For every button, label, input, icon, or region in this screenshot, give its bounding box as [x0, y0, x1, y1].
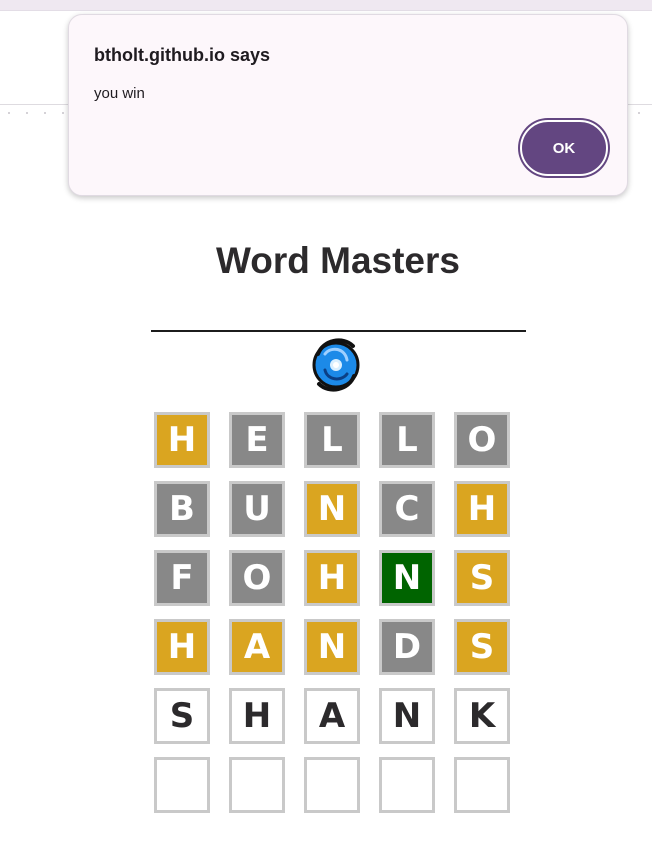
letter-tile: F: [154, 550, 210, 606]
ok-button[interactable]: OK: [520, 120, 608, 176]
letter-tile: N: [379, 688, 435, 744]
letter-tile: [304, 757, 360, 813]
letter-tile: H: [154, 412, 210, 468]
letter-tile: O: [454, 412, 510, 468]
letter-tile: H: [154, 619, 210, 675]
browser-tab-strip: [0, 0, 652, 11]
dialog-message: you win: [94, 85, 145, 102]
letter-tile: B: [154, 481, 210, 537]
letter-tile: C: [379, 481, 435, 537]
letter-tile: H: [304, 550, 360, 606]
letter-tile: D: [379, 619, 435, 675]
letter-tile: A: [304, 688, 360, 744]
letter-tile: N: [304, 619, 360, 675]
alert-dialog: btholt.github.io says you win OK: [68, 14, 628, 196]
letter-tile: [229, 757, 285, 813]
game-board: HELLOBUNCHFOHNSHANDSSHANK: [154, 412, 510, 813]
letter-tile: [154, 757, 210, 813]
letter-tile: O: [229, 550, 285, 606]
letter-tile: S: [154, 688, 210, 744]
progress-bar: [151, 330, 526, 332]
letter-tile: N: [304, 481, 360, 537]
letter-tile: H: [454, 481, 510, 537]
letter-tile: [454, 757, 510, 813]
letter-tile: N: [379, 550, 435, 606]
letter-tile: L: [379, 412, 435, 468]
letter-tile: A: [229, 619, 285, 675]
letter-tile: U: [229, 481, 285, 537]
page-title: Word Masters: [216, 240, 460, 281]
letter-tile: H: [229, 688, 285, 744]
letter-tile: S: [454, 619, 510, 675]
letter-tile: E: [229, 412, 285, 468]
letter-tile: K: [454, 688, 510, 744]
dialog-title: btholt.github.io says: [94, 45, 270, 65]
letter-tile: S: [454, 550, 510, 606]
letter-tile: [379, 757, 435, 813]
loading-spinner-icon: [312, 338, 360, 392]
letter-tile: L: [304, 412, 360, 468]
